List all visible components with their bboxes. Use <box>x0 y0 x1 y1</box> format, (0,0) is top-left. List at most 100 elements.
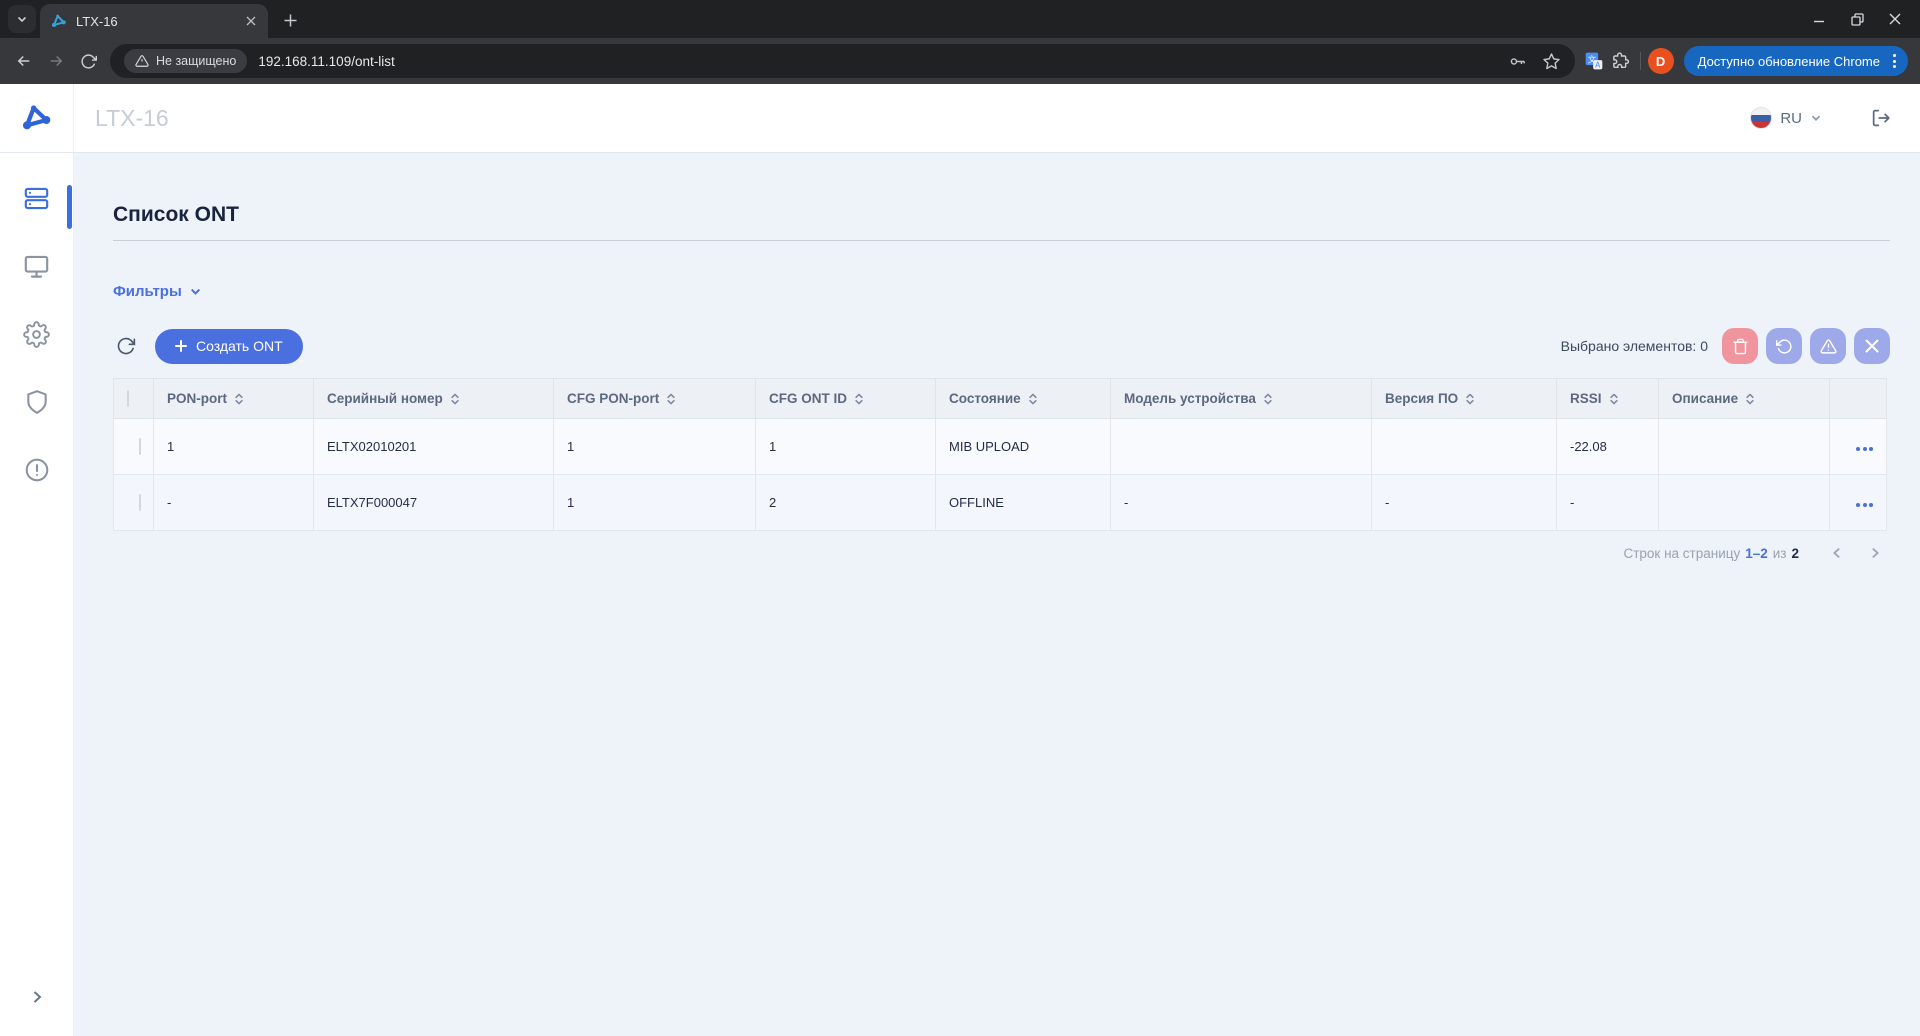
sort-icon <box>1466 393 1474 404</box>
security-chip[interactable]: Не защищено <box>124 49 248 73</box>
warning-icon <box>135 55 149 67</box>
select-all-checkbox[interactable] <box>127 390 129 407</box>
avatar-letter: D <box>1655 53 1666 69</box>
chevron-left-icon <box>1833 547 1840 559</box>
deselect-button[interactable] <box>1854 328 1890 364</box>
chevron-down-icon <box>190 288 200 295</box>
minimize-button[interactable] <box>1800 4 1838 34</box>
chevron-down-icon <box>1811 115 1821 122</box>
cell-description <box>1658 418 1830 475</box>
extensions-puzzle-icon[interactable] <box>1607 48 1633 74</box>
security-label: Не защищено <box>156 54 237 68</box>
sort-icon <box>1264 393 1272 404</box>
url-text[interactable]: 192.168.11.109/ont-list <box>258 54 1507 69</box>
row-actions-menu[interactable] <box>1856 503 1873 507</box>
cell-firmware: - <box>1371 474 1557 531</box>
pagination-range: 1–2 <box>1745 545 1768 561</box>
column-header-cfg-pon-port[interactable]: CFG PON-port <box>553 378 756 419</box>
table-row[interactable]: - ELTX7F000047 1 2 OFFLINE - - - <box>113 474 1887 531</box>
pagination-of: из <box>1772 545 1787 561</box>
new-tab-button[interactable] <box>276 6 304 34</box>
refresh-button[interactable] <box>113 333 139 359</box>
password-key-icon[interactable] <box>1508 52 1527 71</box>
column-label: CFG PON-port <box>567 391 660 406</box>
create-ont-label: Создать ONT <box>196 338 283 354</box>
column-header-model[interactable]: Модель устройства <box>1110 378 1372 419</box>
app-header: LTX-16 RU <box>0 84 1920 153</box>
column-label: CFG ONT ID <box>769 391 847 406</box>
back-button[interactable] <box>8 45 40 77</box>
cell-description <box>1658 474 1830 531</box>
column-header-pon-port[interactable]: PON-port <box>153 378 314 419</box>
sort-icon <box>1029 393 1037 404</box>
translate-icon[interactable]: 文A <box>1581 48 1607 74</box>
plus-icon <box>284 14 296 26</box>
delete-selected-button[interactable] <box>1722 328 1758 364</box>
tab-title: LTX-16 <box>76 13 118 29</box>
cell-state: OFFLINE <box>935 474 1111 531</box>
row-actions-menu[interactable] <box>1856 447 1873 451</box>
profile-avatar[interactable]: D <box>1647 48 1674 74</box>
column-header-firmware[interactable]: Версия ПО <box>1371 378 1557 419</box>
tab-close-icon[interactable] <box>242 12 260 30</box>
row-checkbox[interactable] <box>139 494 141 511</box>
table-toolbar: Создать ONT Выбрано элементов: 0 <box>113 328 1890 364</box>
browser-titlebar: LTX-16 <box>0 0 1920 38</box>
app-title: LTX-16 <box>95 104 169 131</box>
language-selector[interactable]: RU <box>1750 107 1822 129</box>
sidebar-item-ont-list[interactable] <box>18 179 56 217</box>
column-label: Описание <box>1672 391 1739 406</box>
column-label: Модель устройства <box>1124 391 1256 406</box>
column-header-serial[interactable]: Серийный номер <box>313 378 554 419</box>
chrome-update-button[interactable]: Доступно обновление Chrome <box>1683 46 1908 76</box>
cell-cfg-pon-port: 1 <box>553 474 756 531</box>
restore-button[interactable] <box>1838 4 1876 34</box>
table-row[interactable]: 1 ELTX02010201 1 1 MIB UPLOAD -22.08 <box>113 418 1887 475</box>
column-header-description[interactable]: Описание <box>1658 378 1830 419</box>
next-page-button[interactable] <box>1864 542 1886 564</box>
sidebar-item-settings[interactable] <box>18 315 56 353</box>
reset-selected-button[interactable] <box>1766 328 1802 364</box>
bookmark-star-icon[interactable] <box>1542 52 1561 71</box>
warning-selected-button[interactable] <box>1810 328 1846 364</box>
row-checkbox[interactable] <box>139 438 141 455</box>
cell-cfg-ont-id: 1 <box>755 418 936 475</box>
cell-serial: ELTX02010201 <box>313 418 554 475</box>
sidebar-item-alerts[interactable] <box>18 451 56 489</box>
browser-menu-icon[interactable] <box>1889 54 1900 68</box>
column-header-actions <box>1829 378 1887 419</box>
cell-pon-port: 1 <box>153 418 314 475</box>
column-header-rssi[interactable]: RSSI <box>1556 378 1659 419</box>
filters-toggle[interactable]: Фильтры <box>113 283 202 300</box>
browser-toolbar: Не защищено 192.168.11.109/ont-list 文A D… <box>0 38 1920 84</box>
close-window-button[interactable] <box>1876 4 1914 34</box>
cell-pon-port: - <box>153 474 314 531</box>
column-label: PON-port <box>167 391 227 406</box>
pagination-total: 2 <box>1791 545 1799 561</box>
eltex-favicon <box>52 14 66 27</box>
trash-icon <box>1732 338 1748 354</box>
sidebar-item-devices[interactable] <box>18 247 56 285</box>
previous-page-button[interactable] <box>1826 542 1848 564</box>
language-code: RU <box>1780 109 1802 127</box>
column-header-cfg-ont-id[interactable]: CFG ONT ID <box>755 378 936 419</box>
toolbar-divider <box>1639 52 1641 70</box>
browser-tab[interactable]: LTX-16 <box>40 4 268 38</box>
cell-rssi: -22.08 <box>1556 418 1659 475</box>
chevron-right-icon <box>1872 547 1879 559</box>
tab-search-button[interactable] <box>8 5 36 33</box>
svg-text:A: A <box>1595 61 1601 70</box>
sort-icon <box>855 393 863 404</box>
reload-button[interactable] <box>72 45 104 77</box>
sidebar-item-security[interactable] <box>18 383 56 421</box>
forward-button[interactable] <box>40 45 72 77</box>
column-header-state[interactable]: Состояние <box>935 378 1111 419</box>
sidebar-expand-button[interactable] <box>29 989 45 1010</box>
monitor-icon <box>24 255 49 278</box>
sort-icon <box>1609 393 1618 404</box>
create-ont-button[interactable]: Создать ONT <box>155 328 303 364</box>
address-bar[interactable]: Не защищено 192.168.11.109/ont-list <box>110 44 1575 78</box>
logout-icon[interactable] <box>1870 107 1892 129</box>
pagination-prefix: Строк на страницу <box>1623 545 1741 561</box>
update-label: Доступно обновление Chrome <box>1697 53 1880 69</box>
